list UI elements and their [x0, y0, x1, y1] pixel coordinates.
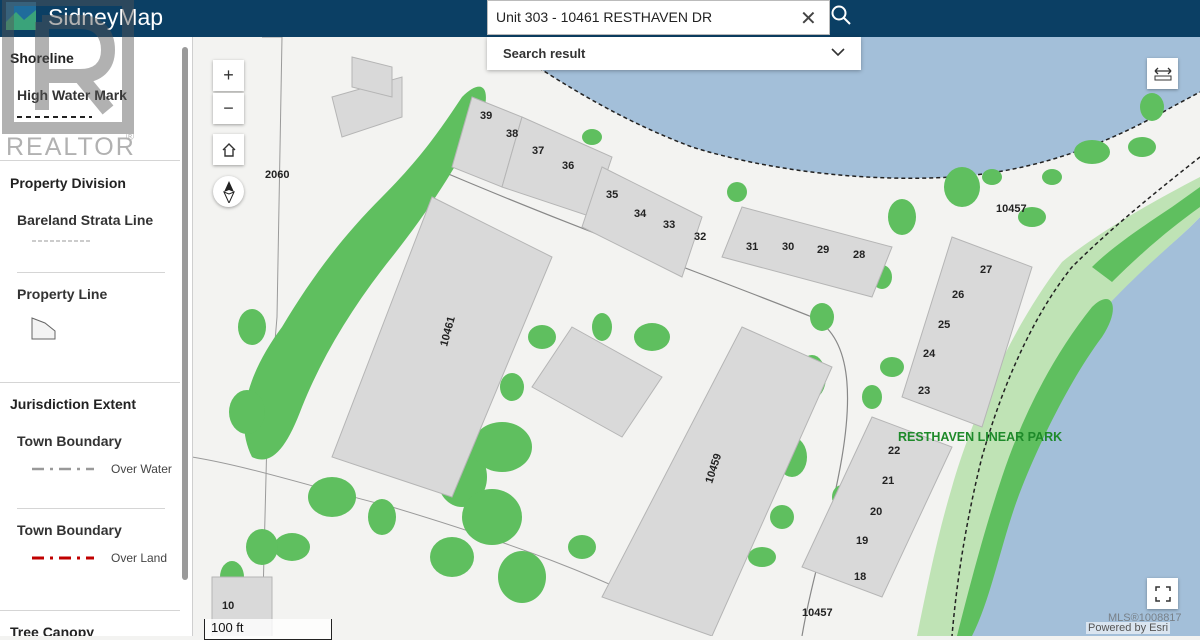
legend-item-town-boundary-land: Town Boundary: [17, 522, 122, 538]
lot-38: 38: [506, 128, 518, 140]
legend-item-high-water-mark: High Water Mark: [17, 87, 127, 103]
lot-20: 20: [870, 506, 882, 518]
lot-31: 31: [746, 241, 758, 253]
search-field[interactable]: Unit 303 - 10461 RESTHAVEN DR ✕: [487, 0, 830, 35]
legend-heading-property-division: Property Division: [10, 175, 126, 191]
lot-35: 35: [606, 189, 618, 201]
lot-33: 33: [663, 219, 675, 231]
search-result-label: Search result: [503, 46, 586, 61]
address-2060: 2060: [265, 169, 289, 181]
home-button[interactable]: [213, 134, 244, 165]
boundary-land-sublabel: Over Land: [111, 551, 168, 565]
lot-23: 23: [918, 385, 930, 397]
lot-36: 36: [562, 160, 574, 172]
scale-bar: 100 ft: [204, 619, 332, 640]
search-icon: [831, 5, 851, 25]
mls-watermark: MLS®1008817: [1108, 612, 1182, 624]
app-title: SidneyMap: [48, 4, 164, 30]
lot-25: 25: [938, 319, 950, 331]
search-result-dropdown[interactable]: Search result: [487, 37, 861, 70]
legend-item-town-boundary-water: Town Boundary: [17, 433, 122, 449]
lot-37: 37: [532, 145, 544, 157]
legend-divider: [17, 508, 165, 509]
strata-line-symbol: [32, 240, 90, 242]
high-water-mark-symbol: [17, 116, 92, 118]
boundary-water-sublabel: Over Water: [111, 462, 172, 476]
legend-heading-tree-canopy: Tree Canopy: [10, 624, 95, 636]
scale-label: 100 ft: [211, 620, 244, 635]
park-label: RESTHAVEN LINEAR PARK: [898, 430, 1062, 444]
lot-21: 21: [882, 475, 894, 487]
chevron-down-icon: [831, 48, 845, 57]
lot-27: 27: [980, 264, 992, 276]
lot-34: 34: [634, 208, 647, 220]
lot-26: 26: [952, 289, 964, 301]
lot-39: 39: [480, 110, 492, 122]
lot-30: 30: [782, 241, 794, 253]
legend-panel[interactable]: Shoreline High Water Mark Property Divis…: [0, 37, 193, 636]
fullscreen-icon: [1154, 585, 1171, 602]
lot-10: 10: [222, 600, 234, 612]
home-icon: [222, 142, 235, 157]
property-line-symbol: [31, 317, 56, 340]
lot-24: 24: [923, 348, 936, 360]
measure-icon: [1154, 67, 1171, 80]
lot-19: 19: [856, 535, 868, 547]
compass-icon: [222, 180, 235, 203]
address-10457-south: 10457: [802, 607, 833, 619]
legend-item-bareland-strata: Bareland Strata Line: [17, 212, 154, 228]
fullscreen-button[interactable]: [1147, 578, 1178, 609]
legend-divider: [17, 272, 165, 273]
lot-18: 18: [854, 571, 866, 583]
legend-heading-jurisdiction: Jurisdiction Extent: [10, 396, 137, 412]
lot-32: 32: [694, 231, 706, 243]
legend-divider: [0, 610, 180, 611]
measure-button[interactable]: [1147, 58, 1178, 89]
boundary-land-symbol: [32, 556, 94, 560]
boundary-water-symbol: [32, 467, 94, 471]
legend-divider: [0, 160, 180, 161]
compass-button[interactable]: [213, 176, 244, 207]
lot-28: 28: [853, 249, 865, 261]
search-input-value[interactable]: Unit 303 - 10461 RESTHAVEN DR: [496, 9, 712, 25]
legend-scrollbar[interactable]: [182, 47, 188, 580]
zoom-out-button[interactable]: −: [213, 93, 244, 124]
legend-divider: [0, 382, 180, 383]
lot-29: 29: [817, 244, 829, 256]
map-canvas[interactable]: 39 38 37 36 35 34 33 32 31 30 29 28 27 2…: [192, 37, 1200, 636]
app-logo-icon: [6, 2, 36, 30]
search-button[interactable]: [830, 4, 860, 32]
map-svg: 39 38 37 36 35 34 33 32 31 30 29 28 27 2…: [192, 37, 1200, 636]
lot-22: 22: [888, 445, 900, 457]
address-10457-north: 10457: [996, 203, 1027, 215]
legend-heading-shoreline: Shoreline: [10, 50, 74, 66]
close-icon[interactable]: ✕: [800, 6, 817, 31]
zoom-in-button[interactable]: +: [213, 60, 244, 91]
legend-item-property-line: Property Line: [17, 286, 108, 302]
